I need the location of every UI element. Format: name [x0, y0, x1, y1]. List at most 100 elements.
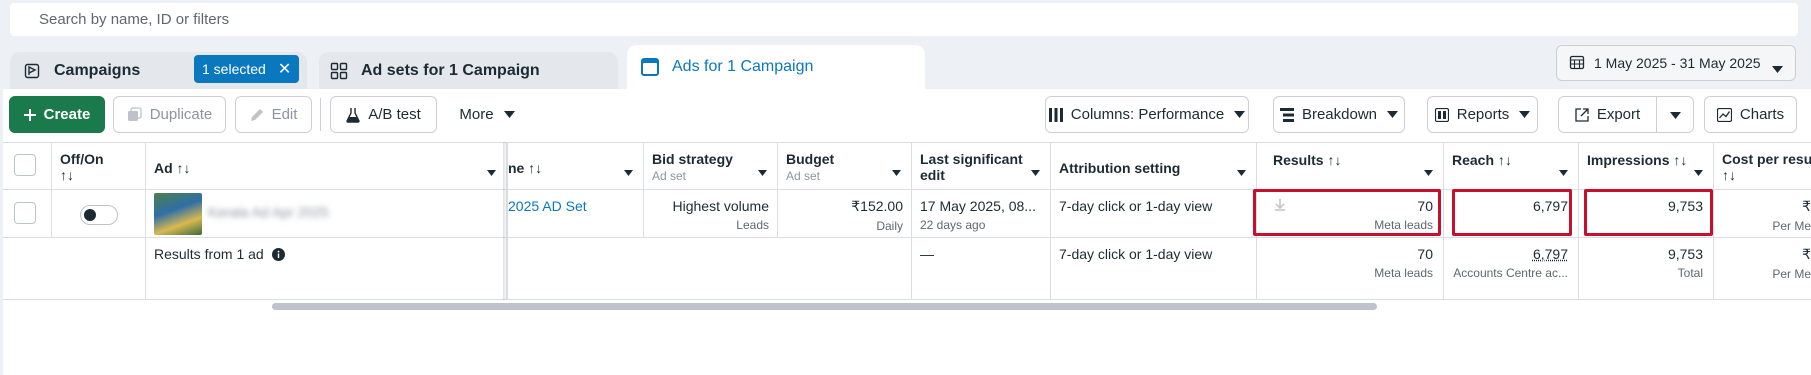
header-impressions[interactable]: Impressions ↑↓ [1579, 143, 1714, 189]
header-off-on[interactable]: Off/On ↑↓ [52, 143, 146, 189]
summary-impressions-sub: Total [1677, 266, 1703, 280]
summary-spacer [3, 238, 146, 299]
header-cost-per-result[interactable]: Cost per resu ↑↓ [1714, 143, 1811, 189]
columns-button[interactable]: Columns: Performance [1045, 96, 1249, 133]
info-icon[interactable] [271, 248, 285, 264]
summary-reach-value[interactable]: 6,797 [1533, 246, 1568, 262]
cost-sub: Per Me [1772, 219, 1811, 233]
chevron-down-icon [1519, 111, 1531, 118]
sort-icon: ↑↓ [60, 167, 74, 183]
edit-label: Edit [271, 106, 298, 123]
columns-label: Columns: Performance [1070, 106, 1225, 123]
header-bid-strategy-sub: Ad set [652, 169, 687, 183]
header-last-edit-line1: Last significant [920, 151, 1023, 167]
summary-label-cell: Results from 1 ad [146, 238, 508, 299]
header-adset-name[interactable]: ne ↑↓ [508, 143, 644, 189]
line-chart-icon [1716, 107, 1732, 122]
ad-thumbnail[interactable] [154, 193, 202, 235]
ab-test-button[interactable]: A/B test [330, 96, 437, 133]
row-last-edit: 17 May 2025, 08... 22 days ago [912, 190, 1051, 237]
chevron-down-icon [1669, 106, 1681, 123]
row-adset-cell[interactable]: 2025 AD Set [508, 190, 644, 237]
chevron-down-icon [487, 163, 496, 179]
charts-button[interactable]: Charts [1704, 96, 1797, 133]
header-select-cell [3, 143, 52, 189]
edit-button[interactable]: Edit [235, 96, 312, 133]
cost-value: ₹ [1802, 198, 1811, 214]
create-button[interactable]: Create [9, 96, 105, 133]
plus-icon [23, 108, 36, 121]
summary-cost-sub: Per Me [1772, 267, 1811, 281]
charts-label: Charts [1739, 106, 1785, 123]
header-budget-label: Budget [786, 151, 835, 167]
tab-campaigns[interactable]: Campaigns 1 selected ✕ [10, 52, 307, 89]
header-budget[interactable]: Budget Ad set [778, 143, 912, 189]
export-button[interactable]: Export [1558, 96, 1657, 133]
calendar-icon [1569, 54, 1585, 73]
results-highlight [1253, 189, 1441, 236]
last-edit-value: 17 May 2025, 08... [920, 198, 1036, 214]
header-ad[interactable]: Ad ↑↓ [146, 143, 508, 189]
row-checkbox[interactable] [14, 202, 36, 224]
summary-row: Results from 1 ad — 7-day click or 1-day… [3, 238, 1811, 300]
selected-badge[interactable]: 1 selected ✕ [194, 55, 300, 83]
duplicate-label: Duplicate [149, 106, 213, 123]
columns-icon [1048, 107, 1063, 122]
summary-results: 70 Meta leads [1257, 238, 1444, 299]
summary-results-value: 70 [1417, 246, 1433, 262]
search-input[interactable] [39, 11, 1798, 28]
horizontal-scrollbar[interactable] [272, 303, 1377, 310]
chevron-down-icon [1772, 60, 1783, 76]
header-cost-label: Cost per resu [1722, 151, 1811, 167]
selected-badge-label: 1 selected [202, 61, 266, 77]
date-range-button[interactable]: 1 May 2025 - 31 May 2025 [1556, 45, 1796, 81]
header-bid-strategy[interactable]: Bid strategy Ad set [644, 143, 778, 189]
header-attribution[interactable]: Attribution setting [1051, 143, 1257, 189]
export-options-button[interactable] [1656, 96, 1694, 133]
table-header-row: Off/On ↑↓ Ad ↑↓ ne ↑↓ Bid strategy Ad se… [3, 142, 1811, 190]
flask-icon [346, 107, 360, 123]
header-bid-strategy-label: Bid strategy [652, 151, 733, 167]
tab-adsets[interactable]: Ad sets for 1 Campaign [319, 52, 618, 89]
reports-button[interactable]: Reports [1427, 96, 1538, 133]
date-range-label: 1 May 2025 - 31 May 2025 [1594, 55, 1761, 71]
row-budget[interactable]: ₹152.00 Daily [778, 190, 912, 237]
header-reach[interactable]: Reach ↑↓ [1444, 143, 1579, 189]
header-last-edit[interactable]: Last significant edit [912, 143, 1051, 189]
bid-strategy-value: Highest volume [672, 198, 770, 214]
attribution-value: 7-day click or 1-day view [1059, 198, 1213, 214]
chevron-down-icon [1234, 111, 1246, 118]
chevron-down-icon [1694, 163, 1703, 179]
breakdown-button[interactable]: Breakdown [1273, 96, 1405, 133]
row-cost-per-result: ₹ Per Me [1714, 190, 1811, 237]
tab-ads[interactable]: Ads for 1 Campaign [627, 45, 925, 89]
row-ad-cell[interactable]: Kerala Ad Apr 2025 [146, 190, 508, 237]
toolbar-divider [320, 98, 321, 131]
chevron-down-icon [1387, 111, 1399, 118]
header-adset-name-label: ne ↑↓ [508, 160, 543, 176]
row-select-cell [3, 190, 52, 237]
summary-impressions-value: 9,753 [1667, 246, 1703, 262]
frozen-column-shadow [503, 142, 507, 300]
search-bar[interactable] [10, 3, 1798, 36]
header-results[interactable]: Results ↑↓ [1257, 143, 1444, 189]
header-impressions-label: Impressions ↑↓ [1587, 152, 1688, 168]
summary-cost-value: ₹ [1802, 246, 1811, 262]
tab-campaigns-label: Campaigns [54, 61, 141, 79]
ad-name[interactable]: Kerala Ad Apr 2025 [208, 204, 329, 220]
adset-name-link[interactable]: 2025 AD Set [508, 198, 587, 214]
more-label: More [459, 106, 494, 123]
bid-strategy-sub: Leads [736, 218, 769, 232]
summary-reach: 6,797 Accounts Centre ac... [1444, 238, 1579, 299]
ad-on-off-toggle[interactable] [80, 205, 118, 225]
last-edit-sub: 22 days ago [920, 218, 986, 232]
header-reach-label: Reach ↑↓ [1452, 152, 1512, 168]
clear-selection-icon[interactable]: ✕ [278, 59, 291, 79]
more-button[interactable]: More [447, 96, 527, 133]
header-ad-label: Ad ↑↓ [154, 160, 191, 176]
budget-sub: Daily [876, 219, 903, 233]
summary-attribution: 7-day click or 1-day view [1051, 238, 1257, 299]
row-attribution: 7-day click or 1-day view [1051, 190, 1257, 237]
select-all-checkbox[interactable] [14, 154, 36, 176]
duplicate-button[interactable]: Duplicate [113, 96, 226, 133]
